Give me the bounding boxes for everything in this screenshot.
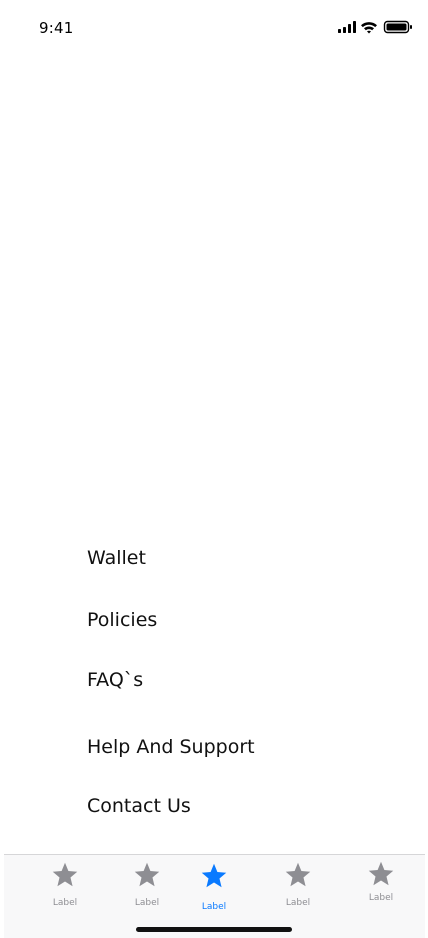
tab-4[interactable]: Label [268,855,328,925]
tab-label: Label [134,898,160,908]
menu-item-wallet[interactable]: Wallet [87,547,146,569]
tab-2[interactable]: Label [117,855,177,925]
tab-3-active[interactable]: Label [184,855,244,925]
menu-item-faqs[interactable]: FAQ`s [87,669,143,691]
screen: 9:41 Wallet Policies FAQ`s Help And Supp… [0,0,428,938]
home-indicator [136,927,292,932]
star-icon [52,862,78,887]
star-icon [201,863,227,888]
tab-label: Label [285,898,311,908]
tab-label: Label [52,898,78,908]
tab-label: Label [201,902,227,912]
star-icon [368,861,394,886]
menu-item-help-and-support[interactable]: Help And Support [87,736,255,758]
tab-5[interactable]: Label [351,855,411,925]
battery-icon [383,20,412,34]
wifi-icon [361,22,377,34]
cellular-signal-icon [338,21,356,33]
star-icon [134,862,160,887]
tab-1[interactable]: Label [35,855,95,925]
tab-bar: Label Label Label Label Label [4,854,425,938]
tab-label: Label [368,893,394,903]
status-time: 9:41 [39,19,74,37]
star-icon [285,862,311,887]
menu-item-policies[interactable]: Policies [87,609,157,631]
status-icons [338,20,414,36]
menu-item-contact-us[interactable]: Contact Us [87,795,191,817]
